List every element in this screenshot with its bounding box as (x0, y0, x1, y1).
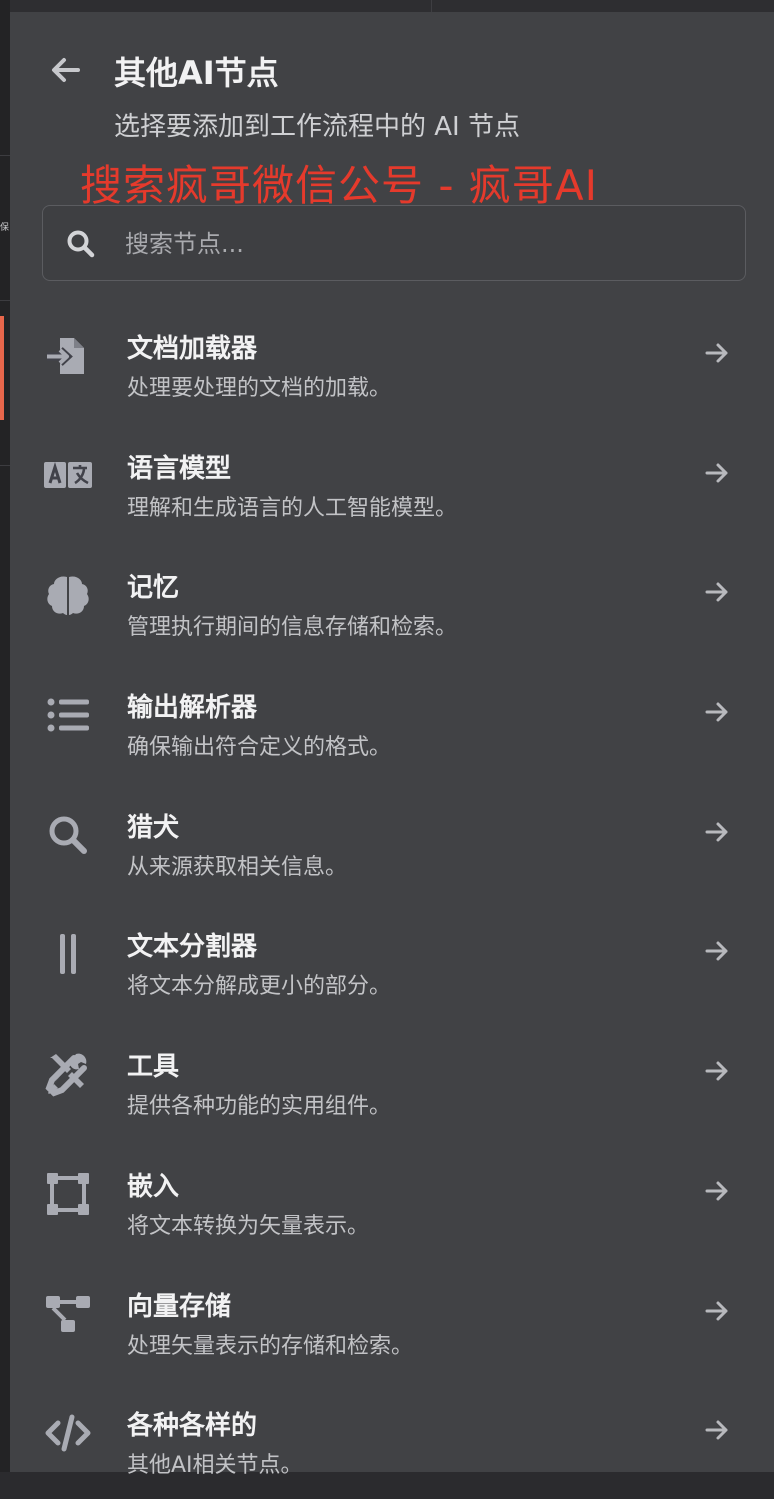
watermark-text: 搜索疯哥微信公号 - 疯哥AI (80, 161, 598, 210)
list-item-text-splitter[interactable]: 文本分割器 将文本分解成更小的部分。 (10, 900, 774, 1020)
list-item-output-parser[interactable]: 输出解析器 确保输出符合定义的格式。 (10, 661, 774, 781)
list-item-vector-store[interactable]: 向量存储 处理矢量表示的存储和检索。 (10, 1260, 774, 1380)
list-item-retriever[interactable]: 猎犬 从来源获取相关信息。 (10, 781, 774, 901)
arrow-right-icon (705, 1301, 728, 1320)
grip-lines-vertical-icon (60, 934, 76, 975)
list-item-language-model[interactable]: 语言模型 理解和生成语言的人工智能模型。 (10, 422, 774, 542)
list-item-embeddings[interactable]: 嵌入 将文本转换为矢量表示。 (10, 1140, 774, 1260)
list-item-memory[interactable]: 记忆 管理执行期间的信息存储和检索。 (10, 541, 774, 661)
list-icon (47, 698, 89, 732)
arrow-right-icon (705, 1061, 728, 1081)
language-icon (44, 461, 92, 488)
arrow-right-icon (705, 463, 728, 483)
strip-divider (0, 300, 10, 301)
item-description: 将文本分解成更小的部分。 (127, 974, 392, 1000)
item-description: 确保输出符合定义的格式。 (127, 735, 392, 761)
list-item-document-loader[interactable]: 文档加载器 处理要处理的文档的加载。 (0, 302, 774, 422)
item-title: 猎犬 (127, 812, 180, 843)
panel-header: 其他AI节点 选择要添加到工作流程中的 AI 节点 搜索疯哥微信公号 - 疯哥A… (10, 12, 774, 210)
search-icon (67, 230, 95, 258)
back-button[interactable] (48, 52, 84, 88)
item-title: 嵌入 (127, 1171, 180, 1202)
item-description: 处理要处理的文档的加载。 (127, 376, 392, 401)
tools-icon (45, 1053, 87, 1097)
arrow-right-icon (705, 343, 728, 363)
arrow-left-icon (52, 58, 80, 82)
item-description: 理解和生成语言的人工智能模型。 (127, 495, 458, 521)
top-bar-divider (431, 0, 432, 12)
item-title: 文档加载器 (127, 334, 258, 364)
page-title: 其他AI节点 (114, 54, 279, 92)
item-title: 语言模型 (127, 453, 232, 484)
item-description: 其他AI相关节点。 (127, 1453, 303, 1479)
code-icon (45, 1414, 91, 1452)
vector-square-icon (47, 1172, 89, 1215)
search-icon (49, 816, 87, 854)
item-title: 输出解析器 (127, 693, 258, 724)
arrow-right-icon (705, 1181, 728, 1201)
item-description: 处理矢量表示的存储和检索。 (127, 1333, 414, 1359)
arrow-right-icon (705, 582, 728, 602)
page-subtitle: 选择要添加到工作流程中的 AI 节点 (114, 112, 520, 142)
arrow-right-icon (705, 1420, 728, 1440)
file-import-icon (47, 338, 84, 374)
list-item-tools[interactable]: 工具 提供各种功能的实用组件。 (10, 1020, 774, 1140)
item-title: 记忆 (127, 573, 180, 604)
item-title: 向量存储 (127, 1291, 232, 1322)
brain-icon (47, 576, 89, 616)
list-item-miscellaneous[interactable]: 各种各样的 其他AI相关节点。 (10, 1379, 774, 1499)
item-description: 提供各种功能的实用组件。 (127, 1094, 392, 1120)
item-title: 各种各样的 (127, 1411, 258, 1442)
item-title: 工具 (127, 1052, 180, 1083)
strip-divider (0, 155, 10, 156)
item-title: 文本分割器 (127, 932, 258, 963)
arrow-right-icon (705, 702, 728, 722)
search-input[interactable] (123, 220, 727, 268)
strip-divider (0, 465, 10, 466)
arrow-right-icon (705, 941, 728, 961)
strip-label: 保 (0, 223, 10, 233)
left-strip: 保 (0, 0, 10, 1472)
search-box (42, 205, 746, 281)
item-description: 从来源获取相关信息。 (127, 854, 348, 880)
project-diagram-icon (46, 1295, 90, 1332)
item-description: 管理执行期间的信息存储和检索。 (127, 615, 458, 641)
node-panel: 其他AI节点 选择要添加到工作流程中的 AI 节点 搜索疯哥微信公号 - 疯哥A… (0, 12, 774, 1478)
node-list: 文档加载器 处理要处理的文档的加载。 语言模型 理解和生成语言的人工智能模型。 (0, 302, 774, 1499)
item-description: 将文本转换为矢量表示。 (127, 1213, 370, 1239)
arrow-right-icon (705, 822, 728, 842)
